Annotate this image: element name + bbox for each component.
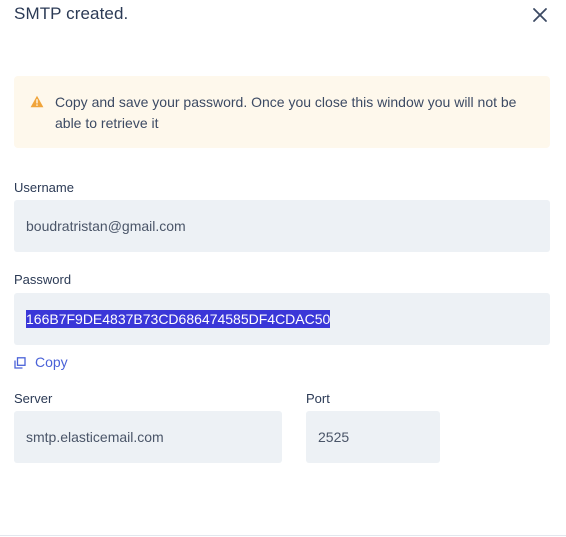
warning-alert: Copy and save your password. Once you cl…: [14, 76, 550, 148]
copy-button[interactable]: Copy: [14, 352, 68, 372]
password-value[interactable]: 166B7F9DE4837B73CD686474585DF4CDAC50: [26, 310, 331, 328]
password-label: Password: [14, 272, 72, 287]
username-label: Username: [14, 180, 74, 195]
smtp-created-dialog: SMTP created. Copy and save your passwor…: [0, 0, 566, 537]
username-field[interactable]: boudratristan@gmail.com: [14, 200, 550, 252]
server-label: Server: [14, 391, 53, 406]
username-value: boudratristan@gmail.com: [26, 218, 186, 234]
port-value: 2525: [318, 429, 350, 445]
footer-divider: [0, 535, 566, 536]
dialog-title: SMTP created.: [14, 4, 129, 23]
copy-label: Copy: [35, 354, 68, 370]
port-label: Port: [306, 391, 330, 406]
alert-message: Copy and save your password. Once you cl…: [55, 94, 517, 131]
server-field[interactable]: smtp.elasticemail.com: [14, 411, 282, 463]
close-icon[interactable]: [529, 4, 551, 26]
server-value: smtp.elasticemail.com: [26, 429, 164, 445]
copy-icon: [14, 356, 26, 369]
port-field[interactable]: 2525: [306, 411, 440, 463]
password-field[interactable]: 166B7F9DE4837B73CD686474585DF4CDAC50: [14, 293, 550, 345]
warning-triangle-icon: [30, 95, 44, 108]
